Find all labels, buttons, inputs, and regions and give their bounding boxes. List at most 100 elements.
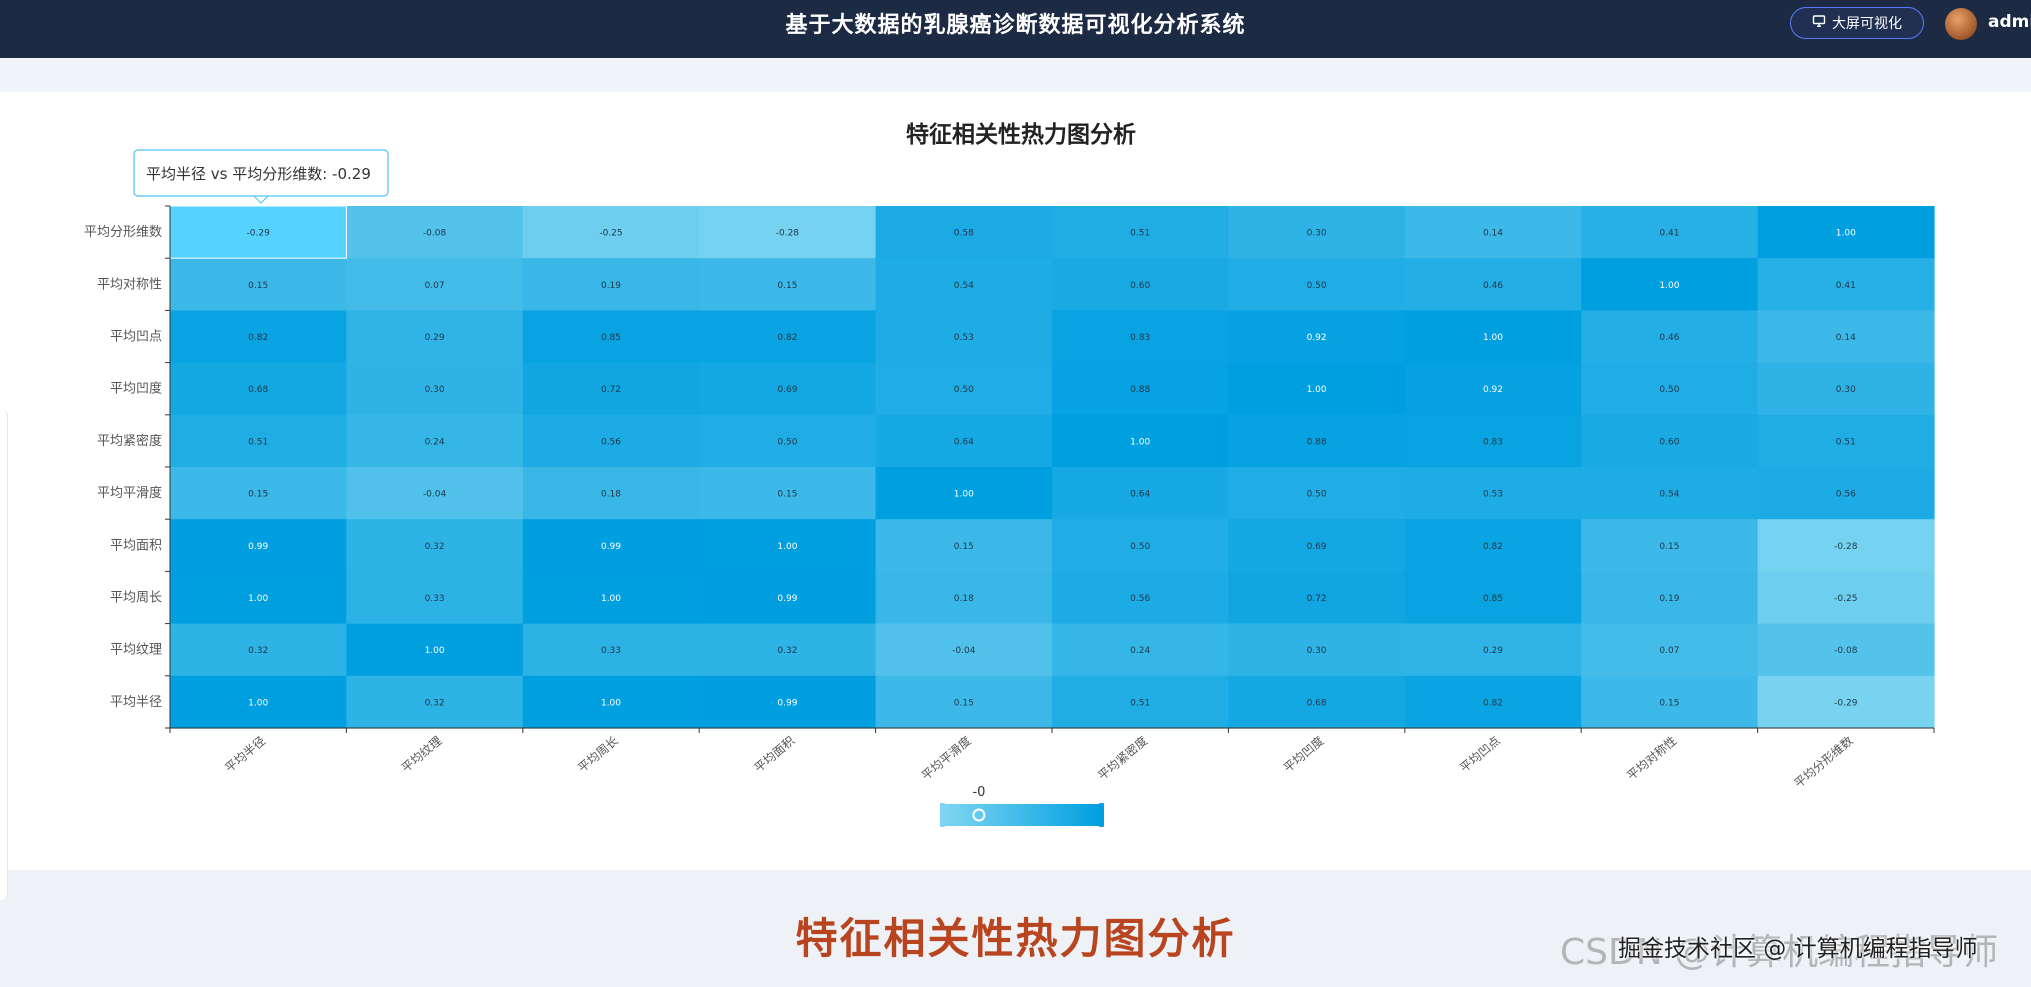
heatmap-cell-label: -0.28 bbox=[1834, 542, 1858, 552]
heatmap-cell-label: 0.33 bbox=[601, 646, 621, 656]
x-axis-label: 平均凹点 bbox=[1457, 734, 1503, 776]
y-axis-label: 平均半径 bbox=[110, 695, 162, 710]
heatmap-cell-label: 0.85 bbox=[601, 333, 621, 343]
heatmap-cell-label: 0.50 bbox=[954, 385, 974, 395]
heatmap-cell-label: 0.50 bbox=[1307, 490, 1327, 500]
heatmap-cell-label: 1.00 bbox=[777, 542, 797, 552]
correlation-heatmap: 特征相关性热力图分析 -0.29 -0.08 -0.25 -0.28 0.58 0.51 0… bbox=[84, 121, 1935, 827]
heatmap-cell-label: 0.29 bbox=[425, 333, 445, 343]
heatmap-cell-label: 0.53 bbox=[954, 333, 974, 343]
heatmap-cell-label: -0.08 bbox=[1834, 646, 1858, 656]
y-axis-label: 平均紧密度 bbox=[97, 433, 162, 449]
heatmap-cell-label: 0.07 bbox=[425, 281, 445, 291]
visual-map-max-handle[interactable] bbox=[1099, 803, 1104, 827]
x-axis-label: 平均紧密度 bbox=[1095, 733, 1151, 783]
heatmap-cell-label: 0.41 bbox=[1659, 229, 1679, 239]
heatmap-cell-label: 1.00 bbox=[248, 594, 268, 604]
heatmap-cell-label: 0.53 bbox=[1483, 490, 1503, 500]
heatmap-cell-label: 0.30 bbox=[1836, 385, 1856, 395]
heatmap-cell-label: 0.46 bbox=[1659, 333, 1679, 343]
heatmap-cell-label: 0.24 bbox=[425, 437, 445, 447]
x-axis-label: 平均周长 bbox=[575, 734, 621, 776]
heatmap-cell-label: -0.04 bbox=[952, 646, 976, 656]
heatmap-cell-label: 0.14 bbox=[1483, 229, 1503, 239]
heatmap-cell-label: 0.69 bbox=[777, 385, 797, 395]
heatmap-cell-label: -0.04 bbox=[423, 490, 447, 500]
avatar[interactable] bbox=[1945, 8, 1977, 40]
heatmap-cell-label: 0.15 bbox=[248, 490, 268, 500]
heatmap-cell-label: 0.50 bbox=[1307, 281, 1327, 291]
heatmap-cell-label: 0.32 bbox=[248, 646, 268, 656]
visual-map-min-handle[interactable] bbox=[940, 803, 945, 827]
heatmap-cell-label: 0.18 bbox=[601, 490, 621, 500]
username[interactable]: admin bbox=[1988, 12, 2031, 32]
heatmap-cell-label: 1.00 bbox=[1130, 437, 1150, 447]
heatmap-cell-label: 1.00 bbox=[425, 646, 445, 656]
heatmap-cell-label: 0.68 bbox=[248, 385, 268, 395]
heatmap-cell-label: 0.82 bbox=[248, 333, 268, 343]
heatmap-cell-label: 0.64 bbox=[1130, 490, 1150, 500]
heatmap-cell-label: 1.00 bbox=[1483, 333, 1503, 343]
heatmap-cell-label: 0.54 bbox=[954, 281, 974, 291]
heatmap-cell-label: 1.00 bbox=[601, 594, 621, 604]
heatmap-cell-label: 1.00 bbox=[601, 698, 621, 708]
y-axis-label: 平均纹理 bbox=[110, 643, 162, 658]
heatmap-cell-label: 0.32 bbox=[777, 646, 797, 656]
heatmap-cell-label: 1.00 bbox=[1836, 229, 1856, 239]
heatmap-cell-label: 0.32 bbox=[425, 542, 445, 552]
heatmap-cell-label: 1.00 bbox=[1659, 281, 1679, 291]
heatmap-cell-label: 0.24 bbox=[1130, 646, 1150, 656]
heatmap-cell-label: 0.58 bbox=[954, 229, 974, 239]
heatmap-cell-label: 0.07 bbox=[1659, 646, 1679, 656]
heatmap-cell-label: 0.32 bbox=[425, 698, 445, 708]
heatmap-cell-label: 0.92 bbox=[1307, 333, 1327, 343]
heatmap-cell-label: 0.19 bbox=[1659, 594, 1679, 604]
x-axis-label: 平均面积 bbox=[752, 734, 798, 776]
content-strip bbox=[0, 58, 2031, 92]
heatmap-cell-label: 0.50 bbox=[1659, 385, 1679, 395]
heatmap-cell-label: 0.15 bbox=[954, 698, 974, 708]
heatmap-cell-label: 0.15 bbox=[248, 281, 268, 291]
heatmap-cell-label: 0.51 bbox=[1130, 698, 1150, 708]
heatmap-cell-label: 1.00 bbox=[954, 490, 974, 500]
heatmap-cell-label: 0.15 bbox=[777, 281, 797, 291]
heatmap-cell-label: 0.83 bbox=[1483, 437, 1503, 447]
heatmap-cell-label: 0.99 bbox=[777, 698, 797, 708]
heatmap-cell-label: 0.68 bbox=[1307, 698, 1327, 708]
heatmap-cell-label: 0.64 bbox=[954, 437, 974, 447]
app-title: 基于大数据的乳腺癌诊断数据可视化分析系统 bbox=[785, 13, 1246, 38]
y-axis-label: 平均周长 bbox=[110, 591, 162, 606]
heatmap-cell-label: 0.99 bbox=[601, 542, 621, 552]
heatmap-cell-label: 0.19 bbox=[601, 281, 621, 291]
heatmap-cell-label: 0.72 bbox=[1307, 594, 1327, 604]
heatmap-cell-label: 0.72 bbox=[601, 385, 621, 395]
heatmap-cell-label: -0.29 bbox=[1834, 698, 1858, 708]
heatmap-cell-label: 0.46 bbox=[1483, 281, 1503, 291]
heatmap-cell-label: 0.60 bbox=[1130, 281, 1150, 291]
heatmap-cell-label: 0.56 bbox=[601, 437, 621, 447]
heatmap-cell-label: 0.51 bbox=[1130, 229, 1150, 239]
heatmap-cell-label: 0.15 bbox=[777, 490, 797, 500]
tooltip-pointer bbox=[253, 195, 269, 204]
x-axis-label: 平均凹度 bbox=[1280, 733, 1326, 775]
heatmap-cell-label: 0.30 bbox=[1307, 229, 1327, 239]
heatmap-cell-label: 0.14 bbox=[1836, 333, 1856, 343]
heatmap-cell-label: 0.51 bbox=[248, 437, 268, 447]
top-navbar: 基于大数据的乳腺癌诊断数据可视化分析系统 大屏可视化 admin bbox=[0, 0, 2031, 58]
chart-title: 特征相关性热力图分析 bbox=[906, 121, 1136, 148]
monitor-icon bbox=[1812, 14, 1826, 32]
heatmap-cell-label: 0.15 bbox=[954, 542, 974, 552]
visual-map-bar[interactable] bbox=[942, 804, 1102, 826]
heatmap-cell-label: 0.50 bbox=[1130, 542, 1150, 552]
heatmap-cell-label: 0.60 bbox=[1659, 437, 1679, 447]
heatmap-cell-label: 1.00 bbox=[248, 698, 268, 708]
y-axis-label: 平均凹度 bbox=[110, 381, 162, 397]
big-screen-button[interactable]: 大屏可视化 bbox=[1790, 7, 1924, 39]
y-axis-label: 平均分形维数 bbox=[84, 225, 162, 240]
heatmap-cell-label: 0.92 bbox=[1483, 385, 1503, 395]
heatmap-cell-label: 0.54 bbox=[1659, 490, 1679, 500]
big-screen-label: 大屏可视化 bbox=[1832, 16, 1902, 32]
heatmap-cell-label: 0.50 bbox=[777, 437, 797, 447]
x-axis-label: 平均对称性 bbox=[1624, 734, 1679, 783]
x-axis-label: 平均分形维数 bbox=[1791, 733, 1856, 791]
